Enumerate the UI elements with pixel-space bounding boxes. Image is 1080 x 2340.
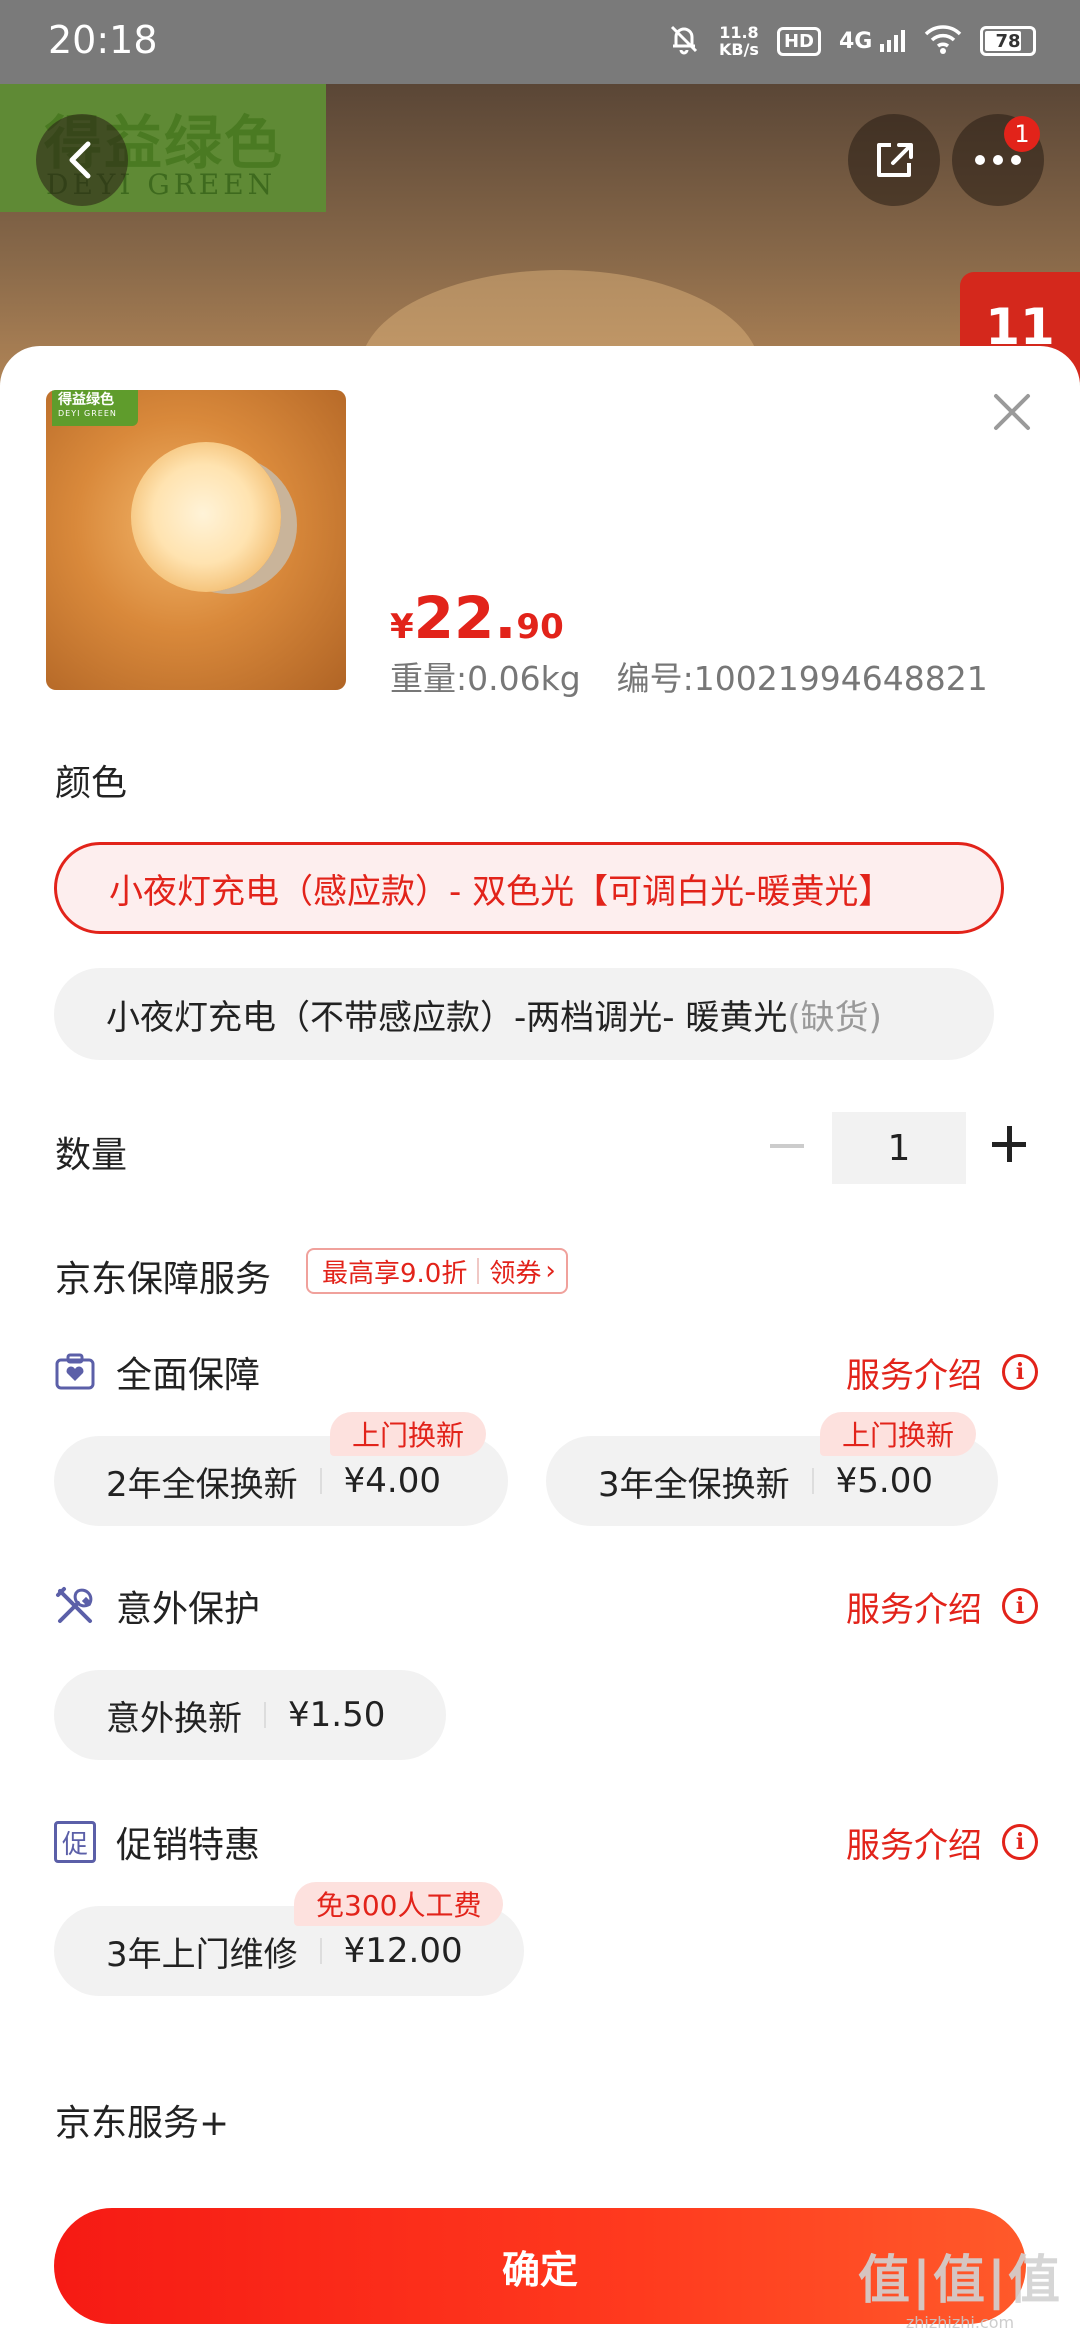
quantity-input[interactable]: 1 (832, 1112, 966, 1184)
lamp-image (131, 442, 281, 592)
more-dots-icon (975, 155, 1021, 165)
jd-protection-title: 京东保障服务 (55, 1259, 272, 1300)
info-icon: i (1002, 1824, 1038, 1860)
close-icon (994, 394, 1030, 430)
back-button[interactable] (36, 114, 128, 206)
close-button[interactable] (986, 386, 1038, 438)
service-intro-link[interactable]: 服务介绍 i (846, 1582, 1038, 1631)
net-speed: 11.8 KB/s (718, 23, 759, 59)
status-bar: 20:18 11.8 KB/s HD 4G 78 (0, 0, 1080, 84)
cellular-signal-icon: 4G (839, 29, 906, 54)
color-option-out-of-stock[interactable]: 小夜灯充电（不带感应款）-两档调光- 暖黄光 (缺货) (54, 968, 994, 1060)
thumbnail-brand-logo: 得益绿色 DEYI GREEN (52, 390, 138, 426)
jd-service-plus-title: 京东服务+ (55, 2103, 230, 2144)
mute-notification-icon (667, 22, 701, 60)
wifi-icon (924, 24, 962, 58)
share-button[interactable] (848, 114, 940, 206)
service-option-accident-replace[interactable]: 意外换新 ¥1.50 (54, 1670, 446, 1760)
service-tag: 免300人工费 (294, 1882, 504, 1926)
service-group-promo: 促 促销特惠 服务介绍 i (54, 1816, 1038, 1868)
shield-heart-icon (55, 1353, 95, 1390)
hd-badge: HD (776, 26, 821, 56)
share-icon (877, 143, 913, 177)
promo-icon: 促 (54, 1821, 96, 1863)
quantity-decrement-button[interactable] (762, 1144, 812, 1150)
service-group-full-protection: 全面保障 服务介绍 i (54, 1346, 1038, 1398)
quantity-increment-button[interactable] (992, 1126, 1028, 1162)
product-sku: 编号:10021994648821 (616, 659, 988, 698)
color-option-selected[interactable]: 小夜灯充电（感应款）- 双色光【可调白光-暖黄光】 (54, 842, 1004, 934)
product-weight: 重量:0.06kg (390, 659, 581, 698)
product-meta: 重量:0.06kg 编号:10021994648821 (390, 652, 988, 700)
watermark: 值|值|值 zhizhizhi.com (858, 2251, 1062, 2332)
more-button[interactable]: 1 (952, 114, 1044, 206)
info-icon: i (1002, 1354, 1038, 1390)
info-icon: i (1002, 1588, 1038, 1624)
status-time: 20:18 (48, 18, 158, 62)
service-intro-link[interactable]: 服务介绍 i (846, 1348, 1038, 1397)
coupon-badge[interactable]: 最高享9.0折 领券 › (306, 1248, 568, 1294)
notification-badge: 1 (1004, 116, 1040, 152)
service-tag: 上门换新 (820, 1412, 977, 1456)
battery-icon: 78 (980, 26, 1036, 56)
chevron-left-icon (69, 141, 91, 179)
service-tag: 上门换新 (330, 1412, 487, 1456)
service-group-accident: 意外保护 服务介绍 i (54, 1580, 1038, 1632)
color-section-title: 颜色 (55, 763, 128, 804)
quantity-title: 数量 (55, 1135, 128, 1176)
service-intro-link[interactable]: 服务介绍 i (846, 1818, 1038, 1867)
sku-selection-sheet: 得益绿色 DEYI GREEN ¥22.90 重量:0.06kg 编号:10021… (0, 346, 1080, 2340)
tools-icon (56, 1587, 93, 1623)
product-thumbnail: 得益绿色 DEYI GREEN (46, 390, 346, 690)
status-icons: 11.8 KB/s HD 4G 78 (667, 22, 1036, 60)
product-price: ¥22.90 (390, 584, 564, 652)
